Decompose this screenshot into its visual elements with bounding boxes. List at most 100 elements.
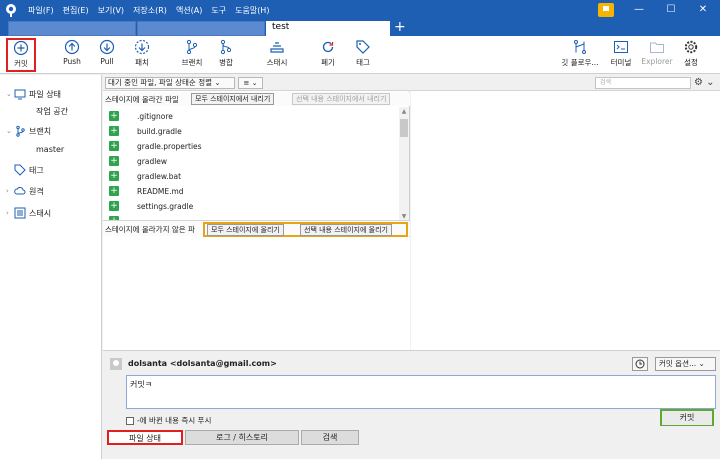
terminal-button[interactable]: 터미널: [603, 39, 639, 71]
list-item[interactable]: + gradle.properties: [109, 139, 202, 153]
menu-view[interactable]: 보기(V): [98, 5, 124, 16]
sidebar-item-master[interactable]: master: [36, 145, 64, 154]
commit-submit-button[interactable]: 커밋: [660, 409, 714, 427]
list-item[interactable]: + gradlew: [109, 154, 167, 168]
stage-selected-button[interactable]: 선택 내용 스테이지에 올리기: [300, 224, 392, 236]
tab-search[interactable]: 검색: [301, 430, 359, 445]
push-immediately-checkbox[interactable]: -에 바뀐 내용 즉시 푸시: [126, 415, 211, 426]
merge-icon: [220, 39, 232, 55]
settings-label: 설정: [684, 58, 698, 67]
title-bar: 파일(F) 편집(E) 보기(V) 저장소(R) 액션(A) 도구 도움말(H)…: [0, 0, 720, 20]
sourcetree-logo-icon: [6, 4, 16, 17]
merge-button[interactable]: 병합: [208, 39, 244, 71]
discard-button[interactable]: 폐기: [310, 39, 346, 71]
menu-edit[interactable]: 편집(E): [63, 5, 89, 16]
minimize-icon[interactable]: —: [628, 0, 650, 20]
clock-icon: [635, 359, 645, 369]
pull-label: Pull: [100, 57, 114, 66]
staged-title: 스테이지에 올라간 파일: [105, 95, 179, 104]
pull-button[interactable]: Pull: [89, 39, 125, 71]
monitor-icon: [14, 89, 26, 100]
tab-file-status[interactable]: 파일 상태: [107, 430, 183, 445]
list-item[interactable]: + gradlew.bat: [109, 169, 181, 183]
sidebar-item-label: 태그: [29, 165, 44, 175]
sidebar-item-stashes[interactable]: › 스태시: [6, 206, 51, 220]
push-immediately-label: -에 바뀐 내용 즉시 푸시: [137, 416, 212, 425]
unstage-selected-button[interactable]: 선택 내용 스테이지에서 내리기: [292, 93, 391, 105]
unstage-all-button[interactable]: 모두 스테이지에서 내리기: [191, 93, 275, 105]
maximize-icon[interactable]: ☐: [660, 0, 682, 20]
sidebar-item-working-copy[interactable]: 작업 공간: [36, 106, 68, 117]
menu-file[interactable]: 파일(F): [28, 5, 54, 16]
history-button[interactable]: [632, 357, 648, 371]
scroll-thumb[interactable]: [400, 119, 408, 137]
tab-log-history[interactable]: 로그 / 히스토리: [185, 430, 299, 445]
file-filter-select[interactable]: 대기 중인 파일, 파일 상태순 정렬 ⌄: [105, 77, 235, 89]
flag-icon[interactable]: [598, 3, 614, 17]
stash-icon: [14, 207, 26, 219]
git-flow-button[interactable]: 깃 플로우...: [560, 39, 600, 71]
cloud-icon: [14, 186, 26, 195]
sidebar: ⌄ 파일 상태 작업 공간 ⌄ 브랜치 master 태그 › 원격 › 스태시: [0, 75, 102, 459]
sidebar-item-remotes[interactable]: › 원격: [6, 184, 44, 198]
added-file-icon: +: [109, 186, 119, 196]
close-icon[interactable]: ✕: [692, 0, 714, 20]
sidebar-item-label: 브랜치: [29, 126, 52, 136]
commit-button[interactable]: 커밋: [6, 38, 36, 72]
branch-button[interactable]: 브랜치: [174, 39, 210, 71]
tag-button[interactable]: 태그: [345, 39, 381, 71]
repo-tab[interactable]: [8, 21, 136, 36]
terminal-icon: [614, 41, 628, 53]
sidebar-item-tags[interactable]: 태그: [14, 163, 44, 177]
add-tab-button[interactable]: +: [394, 20, 406, 35]
checkbox[interactable]: [126, 416, 134, 425]
branch-icon: [16, 125, 25, 137]
explorer-button[interactable]: Explorer: [638, 39, 676, 71]
tag-icon: [14, 164, 26, 176]
file-name: gradlew: [137, 156, 168, 166]
chevron-right-icon: ›: [6, 187, 9, 195]
stash-button[interactable]: 스태시: [259, 39, 295, 71]
filter-bar: 대기 중인 파일, 파일 상태순 정렬 ⌄ ≡ ⌄: [103, 75, 410, 91]
push-button[interactable]: Push: [54, 39, 90, 71]
list-item[interactable]: + .gitignore: [109, 109, 173, 123]
added-file-icon: +: [109, 141, 119, 151]
sidebar-item-file-status[interactable]: ⌄ 파일 상태: [6, 87, 61, 101]
diff-options-button[interactable]: ⚙ ⌄: [694, 76, 718, 90]
staged-header: 스테이지에 올라간 파일 모두 스테이지에서 내리기 선택 내용 스테이지에서 …: [103, 92, 410, 106]
settings-button[interactable]: 설정: [673, 39, 709, 71]
menu-help[interactable]: 도움말(H): [235, 5, 269, 16]
list-item[interactable]: + settings.gradle: [109, 199, 193, 213]
search-input[interactable]: 검색: [595, 77, 691, 89]
merge-label: 병합: [219, 58, 233, 67]
tag-label: 태그: [356, 58, 370, 67]
menu-tools[interactable]: 도구: [211, 5, 226, 16]
plus-circle-icon: [13, 40, 29, 56]
added-file-icon: +: [109, 201, 119, 211]
menu-repository[interactable]: 저장소(R): [133, 5, 167, 16]
fetch-button[interactable]: 패치: [124, 39, 160, 71]
file-name: README.md: [137, 186, 184, 196]
scroll-up-icon[interactable]: ▲: [399, 107, 409, 116]
repo-tab-strip: test +: [0, 20, 720, 36]
file-name: .gitignore: [137, 111, 173, 121]
terminal-label: 터미널: [610, 58, 632, 67]
stage-all-button[interactable]: 모두 스테이지에 올리기: [207, 224, 284, 236]
arrow-up-circle-icon: [64, 39, 80, 55]
sidebar-item-branches[interactable]: ⌄ 브랜치: [6, 124, 51, 138]
file-name: settings.gradle: [137, 201, 194, 211]
gear-icon: ⚙: [694, 77, 703, 88]
added-file-icon: +: [109, 126, 119, 136]
repo-tab-active[interactable]: test: [266, 21, 390, 36]
repo-tab[interactable]: [137, 21, 265, 36]
staged-scrollbar[interactable]: ▲ ▼: [399, 107, 409, 221]
file-filter-value: 대기 중인 파일, 파일 상태순 정렬: [108, 78, 213, 87]
chevron-down-icon: ⌄: [6, 127, 12, 135]
view-mode-select[interactable]: ≡ ⌄: [238, 77, 263, 89]
commit-options-select[interactable]: 커밋 옵션... ⌄: [655, 357, 716, 371]
avatar: [110, 358, 122, 370]
commit-message-input[interactable]: 커밋ㅋ: [126, 375, 716, 409]
menu-actions[interactable]: 액션(A): [176, 5, 202, 16]
list-item[interactable]: + README.md: [109, 184, 184, 198]
list-item[interactable]: + build.gradle: [109, 124, 182, 138]
